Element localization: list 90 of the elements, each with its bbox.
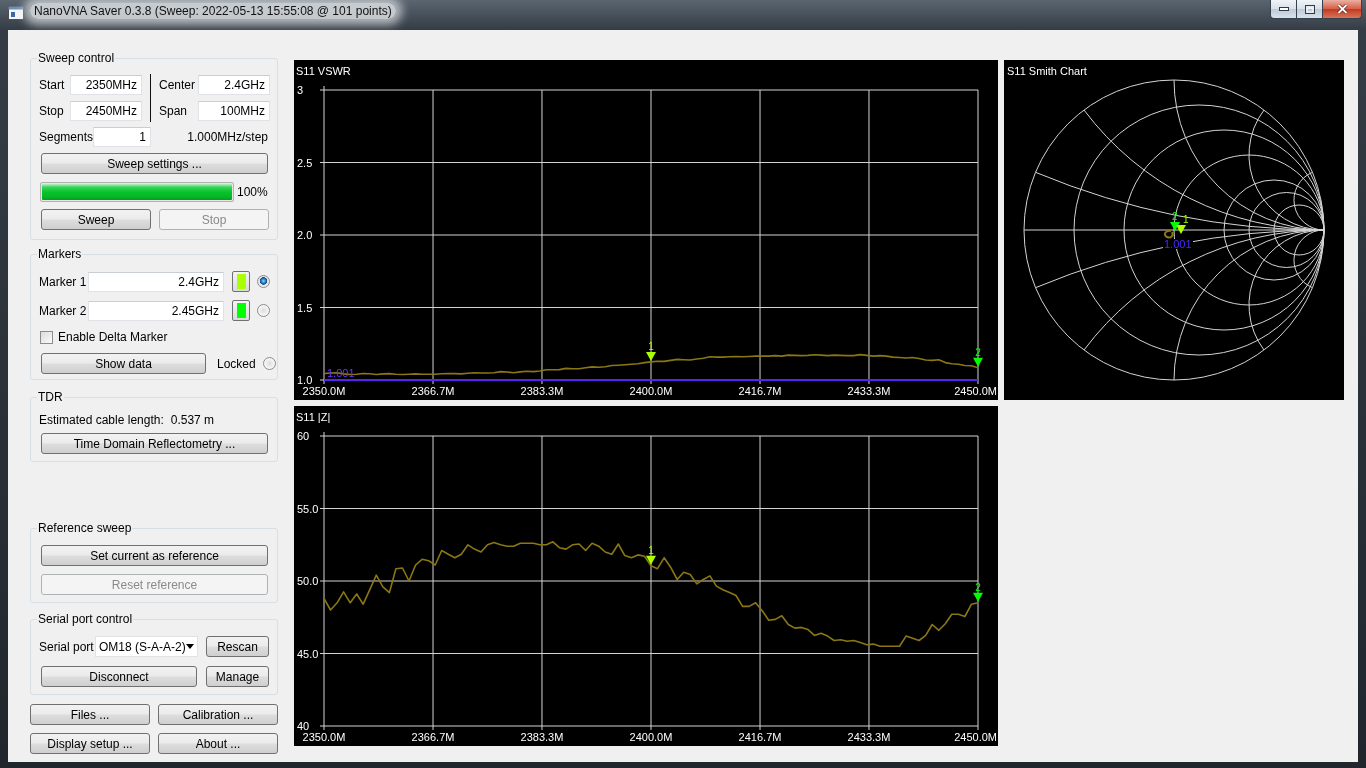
chart-title: S11 Smith Chart xyxy=(1007,65,1087,77)
sweep-button[interactable]: Sweep xyxy=(41,209,151,230)
step-size-text: 1.000MHz/step xyxy=(187,130,268,144)
radio-button[interactable] xyxy=(257,304,270,317)
progress-reading: 100% xyxy=(237,185,268,199)
chart-title: S11 VSWR xyxy=(296,65,351,77)
maximize-icon xyxy=(1304,4,1315,14)
tick-label: 2366.7M xyxy=(411,731,455,743)
marker-label: 2 xyxy=(1172,211,1178,222)
checkbox[interactable] xyxy=(40,330,53,344)
vswr-marker-label: 1.001 xyxy=(327,367,355,379)
start-field[interactable]: 2350MHz xyxy=(70,75,142,95)
tick-label: 3 xyxy=(297,84,304,96)
group-title: Sweep control xyxy=(37,51,116,65)
manage-button[interactable]: Manage xyxy=(206,666,269,687)
tick-label: 2.0 xyxy=(297,229,313,241)
segments-field[interactable]: 1 xyxy=(93,127,151,147)
window-title: NanoVNA Saver 0.3.8 (Sweep: 2022-05-13 15:55:08 @ 101 points) xyxy=(30,3,396,19)
group-title: Reference sweep xyxy=(37,521,133,535)
tick-label: 1.0 xyxy=(297,374,313,386)
marker-color-button[interactable] xyxy=(232,271,250,292)
dialog-button[interactable]: Files ... xyxy=(30,704,150,725)
marker-label: 2 xyxy=(975,581,981,593)
center-field[interactable]: 2.4GHz xyxy=(198,75,270,95)
marker-label: 2 xyxy=(975,346,981,358)
vswr-marker-label: 1.001 xyxy=(1164,238,1192,250)
locked-label: Locked xyxy=(217,356,256,371)
marker-label: 1 xyxy=(648,544,654,556)
tick-label: 2383.3M xyxy=(520,731,564,743)
tick-label: 2366.7M xyxy=(411,385,455,397)
tick-label: 2450.0M xyxy=(954,731,997,743)
maximize-button[interactable] xyxy=(1296,0,1323,19)
field-label: Marker 1 xyxy=(39,274,88,289)
disconnect-button[interactable]: Disconnect xyxy=(41,666,197,687)
tick-label: 2350.0M xyxy=(302,385,346,397)
set-reference-button[interactable]: Set current as reference xyxy=(41,545,268,566)
tick-label: 2400.0M xyxy=(629,385,673,397)
tick-label: 2433.3M xyxy=(847,385,891,397)
minimize-icon xyxy=(1278,7,1289,11)
rescan-button[interactable]: Rescan xyxy=(206,636,269,657)
field-label: Segments xyxy=(39,130,93,144)
close-button[interactable] xyxy=(1322,0,1362,19)
field-label: Start xyxy=(39,78,66,92)
caret-down-icon xyxy=(185,644,194,649)
field-label: Span xyxy=(159,104,189,118)
tick-label: 2400.0M xyxy=(629,731,673,743)
checkbox-label: Enable Delta Marker xyxy=(58,330,168,344)
group-title: Serial port control xyxy=(37,612,134,626)
show-data-button[interactable]: Show data xyxy=(41,353,206,374)
field-label: Stop xyxy=(39,104,65,118)
tick-label: 2416.7M xyxy=(738,385,782,397)
tick-label: 2433.3M xyxy=(847,731,891,743)
dialog-button[interactable]: Display setup ... xyxy=(30,733,150,754)
chart-title: S11 |Z| xyxy=(296,411,331,423)
tick-label: 50.0 xyxy=(297,575,319,587)
tick-label: 45.0 xyxy=(297,647,319,660)
stop-field[interactable]: 2450MHz xyxy=(70,101,142,121)
marker-label: 1 xyxy=(1183,214,1189,225)
field-label: Serial port xyxy=(39,639,95,654)
marker-frequency-field[interactable]: 2.4GHz xyxy=(88,271,224,292)
serial-port-dropdown[interactable]: OM18 (S-A-A-2) xyxy=(95,636,198,657)
tick-label: 2450.0M xyxy=(954,385,997,397)
tick-label: 2.5 xyxy=(297,156,313,169)
minimize-button[interactable] xyxy=(1270,0,1297,19)
app-icon xyxy=(8,6,24,20)
group-title: Markers xyxy=(37,247,83,261)
tick-label: 60 xyxy=(297,430,310,442)
cable-length-label: Estimated cable length: xyxy=(39,413,164,427)
radio-button[interactable] xyxy=(262,357,276,370)
sweep-settings-button[interactable]: Sweep settings ... xyxy=(41,153,268,174)
tick-label: 1.5 xyxy=(297,301,313,314)
marker-color-button[interactable] xyxy=(232,300,250,321)
span-field[interactable]: 100MHz xyxy=(198,101,270,121)
marker-frequency-field[interactable]: 2.45GHz xyxy=(88,300,224,321)
close-icon xyxy=(1336,4,1348,14)
field-label: Center xyxy=(159,78,197,92)
tick-label: 2416.7M xyxy=(738,731,782,743)
trace-line xyxy=(1163,229,1174,239)
tick-label: 2350.0M xyxy=(302,731,346,743)
cable-length-value: 0.537 m xyxy=(170,413,215,427)
tick-label: 55.0 xyxy=(297,502,319,515)
dialog-button[interactable]: About ... xyxy=(158,733,278,754)
tick-label: 2383.3M xyxy=(520,385,564,397)
marker-label: 1 xyxy=(648,340,654,352)
dialog-button[interactable]: Calibration ... xyxy=(158,704,278,725)
field-label: Marker 2 xyxy=(39,303,88,318)
radio-button[interactable] xyxy=(257,275,270,288)
group-title: TDR xyxy=(37,390,64,404)
tdr-button[interactable]: Time Domain Reflectometry ... xyxy=(41,433,268,454)
tick-label: 40 xyxy=(297,720,310,732)
